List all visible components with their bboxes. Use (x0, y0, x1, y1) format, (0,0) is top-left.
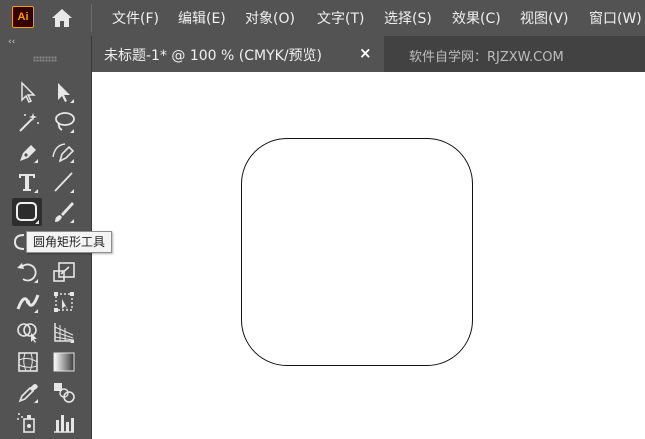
eyedropper-icon[interactable] (14, 379, 42, 405)
shape-builder-icon[interactable] (14, 319, 42, 345)
menu-object[interactable]: 对象(O) (245, 8, 295, 28)
tool-tooltip: 圆角矩形工具 (26, 231, 113, 253)
rounded-rectangle-tool-icon[interactable] (12, 198, 42, 226)
free-transform-icon[interactable] (50, 289, 78, 315)
home-icon[interactable] (50, 6, 74, 30)
selection-tool-icon[interactable] (14, 79, 42, 105)
paintbrush-icon[interactable] (50, 199, 78, 225)
curvature-pen-icon[interactable] (50, 139, 78, 165)
symbol-sprayer-icon[interactable] (14, 409, 42, 435)
mesh-icon[interactable] (14, 349, 42, 375)
perspective-grid-icon[interactable] (50, 319, 78, 345)
menu-view[interactable]: 视图(V) (520, 8, 569, 28)
menu-select[interactable]: 选择(S) (384, 8, 432, 28)
type-tool-icon[interactable] (14, 169, 42, 195)
close-icon[interactable]: × (359, 44, 372, 62)
rounded-rectangle-shape[interactable] (241, 138, 473, 366)
menu-separator (91, 4, 92, 32)
line-segment-icon[interactable] (50, 169, 78, 195)
pen-icon[interactable] (14, 139, 42, 165)
shaper-tool-icon[interactable] (8, 229, 26, 255)
menu-edit[interactable]: 编辑(E) (178, 8, 226, 28)
menu-type[interactable]: 文字(T) (317, 8, 364, 28)
column-graph-icon[interactable] (50, 409, 78, 435)
width-tool-icon[interactable] (14, 289, 42, 315)
document-tab-title[interactable]: 未标题-1* @ 100 % (CMYK/预览) (104, 45, 322, 65)
panel-grip[interactable] (33, 56, 57, 62)
menu-file[interactable]: 文件(F) (112, 8, 159, 28)
scale-icon[interactable] (50, 259, 78, 285)
menu-window[interactable]: 窗口(W) (589, 8, 642, 28)
menu-effect[interactable]: 效果(C) (452, 8, 501, 28)
watermark-text: 软件自学网：RJZXW.COM (409, 50, 564, 65)
lasso-icon[interactable] (50, 109, 78, 135)
direct-selection-tool-icon[interactable] (50, 79, 78, 105)
blend-icon[interactable] (50, 379, 78, 405)
collapse-panel-icon[interactable]: ‹‹ (8, 38, 15, 47)
magic-wand-icon[interactable] (14, 109, 42, 135)
rotate-icon[interactable] (14, 259, 42, 285)
illustrator-logo: Ai (12, 6, 34, 28)
gradient-icon[interactable] (50, 349, 78, 375)
